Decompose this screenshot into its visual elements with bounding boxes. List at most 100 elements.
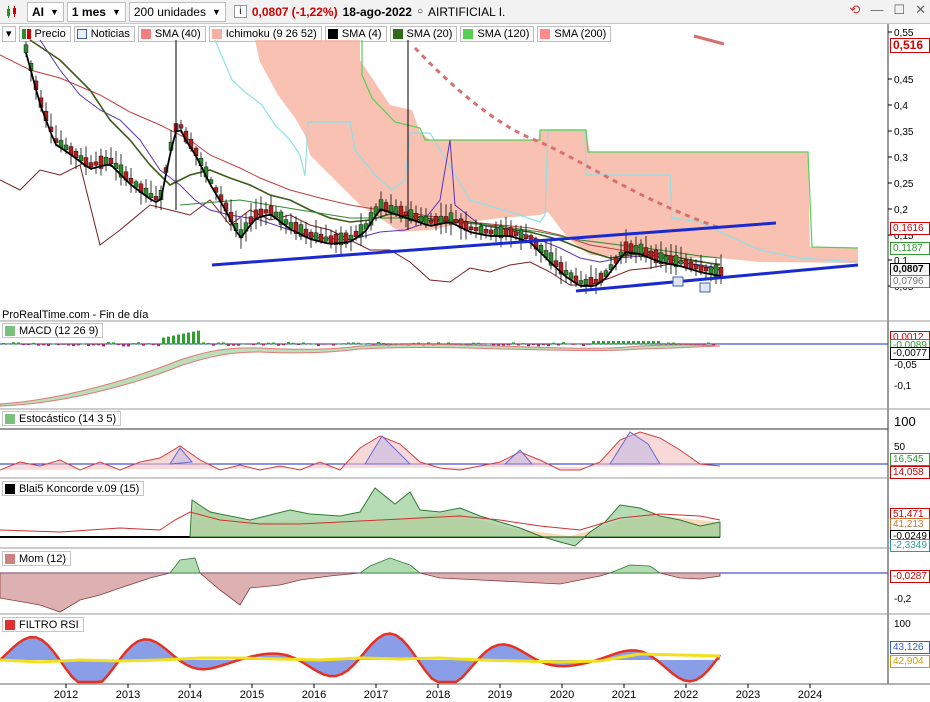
candle-body — [633, 245, 639, 254]
macd-bar — [577, 343, 580, 345]
macd-bar — [212, 344, 215, 346]
macd-bar — [482, 344, 485, 345]
macd-bar — [537, 344, 540, 347]
macd-bar — [707, 342, 710, 345]
macd-bar — [197, 330, 200, 345]
macd-bar — [642, 341, 645, 345]
macd-bar — [487, 343, 490, 345]
mom-tick-label: -0,2 — [894, 594, 912, 605]
macd-bar — [257, 342, 260, 345]
candle-body — [153, 196, 159, 200]
macd-bar — [477, 342, 480, 345]
macd-bar — [527, 344, 530, 347]
macd-bar — [362, 343, 365, 345]
macd-bar — [367, 343, 370, 345]
x-tick-label: 2022 — [674, 689, 698, 701]
rsi-value-tag: 42,904 — [890, 655, 930, 668]
macd-bar — [22, 344, 25, 346]
macd-bar — [7, 343, 10, 345]
candle-body — [493, 228, 499, 236]
macd-bar — [587, 344, 590, 345]
candle-body — [513, 231, 519, 237]
stoch-tick-label: 100 — [894, 414, 916, 429]
macd-tick-label: -0,05 — [894, 360, 917, 371]
macd-bar — [112, 342, 115, 345]
candle-body — [283, 219, 289, 225]
macd-bar — [557, 344, 560, 346]
macd-label[interactable]: MACD (12 26 9) — [2, 323, 104, 338]
x-tick-label: 2017 — [364, 689, 388, 701]
candle-body — [63, 144, 69, 150]
candle-body — [108, 157, 114, 165]
swatch-icon — [5, 553, 15, 564]
macd-bar — [497, 344, 500, 346]
candle-body — [318, 234, 324, 242]
price-value-tag: 0,0796 — [890, 275, 930, 288]
stoch-label[interactable]: Estocástico (14 3 5) — [2, 411, 122, 426]
mom-label-text: Mom (12) — [19, 552, 67, 565]
macd-bar — [137, 342, 140, 345]
macd-bar — [92, 344, 95, 346]
macd-bar — [142, 344, 145, 346]
macd-bar — [47, 344, 50, 346]
macd-bar — [12, 342, 15, 345]
macd-bar — [122, 344, 125, 347]
candle-body — [263, 209, 269, 214]
chart-canvas[interactable]: 2012 2013 2014 2015 2016 2017 2018 2019 2020 2021… — [0, 0, 930, 702]
macd-bar — [502, 344, 505, 346]
macd-bar — [677, 343, 680, 345]
macd-bar — [117, 344, 120, 346]
macd-bar — [192, 331, 195, 345]
price-value-tag: 0,1187 — [890, 242, 930, 255]
koncorde-label[interactable]: Blai5 Koncorde v.09 (15) — [2, 481, 145, 496]
macd-bar — [172, 335, 175, 345]
macd-bar — [242, 343, 245, 345]
macd-bar — [627, 341, 630, 345]
macd-bar — [282, 344, 285, 346]
mom-label[interactable]: Mom (12) — [2, 551, 72, 566]
koncorde-label-text: Blai5 Koncorde v.09 (15) — [19, 482, 140, 495]
macd-bar — [67, 344, 70, 346]
macd-bar — [507, 344, 510, 346]
macd-bar — [227, 344, 230, 346]
macd-bar — [567, 343, 570, 345]
macd-bar — [37, 344, 40, 346]
candle-body — [663, 255, 669, 263]
macd-bar — [597, 341, 600, 345]
swatch-icon — [5, 413, 15, 424]
macd-bar — [177, 334, 180, 345]
macd-bar — [372, 344, 375, 345]
candle-body — [688, 261, 694, 269]
rsi-label[interactable]: FILTRO RSI — [2, 617, 84, 632]
macd-bar — [252, 344, 255, 346]
macd-bar — [377, 342, 380, 345]
macd-bar — [32, 342, 35, 345]
macd-bar — [612, 341, 615, 345]
macd-bar — [657, 341, 660, 345]
stoch-value-tag: 16,545 — [890, 453, 930, 466]
macd-bar — [572, 344, 575, 345]
macd-bar — [127, 344, 130, 347]
macd-bar — [167, 336, 170, 345]
price-tick-label: 0,45 — [894, 75, 914, 86]
x-tick-label: 2020 — [550, 689, 574, 701]
candle-body — [678, 260, 684, 265]
macd-bar — [102, 344, 105, 347]
macd-bar — [207, 342, 210, 345]
macd-bar — [132, 343, 135, 345]
macd-bar — [332, 344, 335, 346]
candle-body — [703, 267, 709, 272]
rsi-tick-label: 100 — [894, 619, 911, 630]
candle-body — [23, 44, 29, 53]
macd-bar — [382, 342, 385, 345]
macd-tick-label: -0,1 — [894, 381, 912, 392]
x-tick-label: 2015 — [240, 689, 264, 701]
macd-bar — [147, 343, 150, 345]
macd-bar — [562, 342, 565, 345]
candle-body — [438, 215, 444, 224]
stoch-value-tag: 14,058 — [890, 466, 930, 479]
macd-bar — [317, 344, 320, 347]
candle-body — [648, 250, 654, 259]
macd-bar — [152, 344, 155, 346]
candle-body — [708, 266, 714, 274]
